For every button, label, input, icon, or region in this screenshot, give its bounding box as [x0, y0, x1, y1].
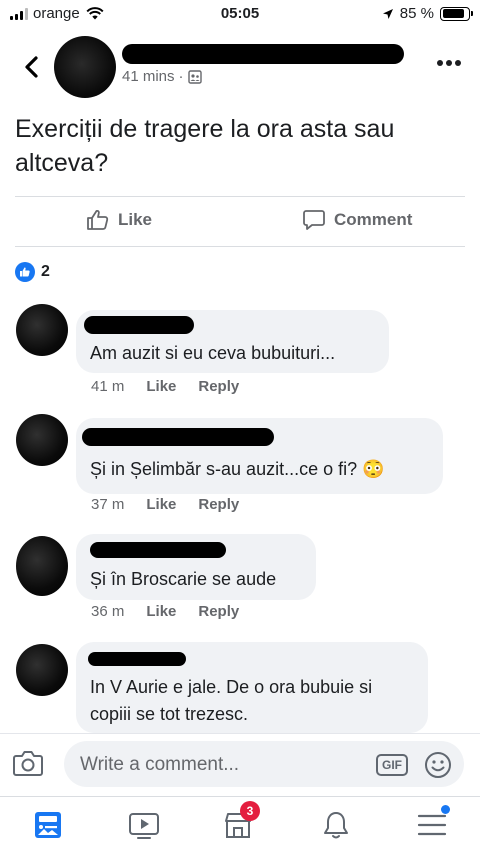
comment-bubble: In V Aurie e jale. De o ora bubuie si co… [76, 642, 428, 733]
battery-fill [442, 9, 464, 18]
tab-notifications[interactable] [316, 807, 356, 843]
comment-bubble: Și in Șelimbăr s-au auzit...ce o fi? 😳 [76, 418, 443, 494]
comment-bubble-icon [303, 210, 325, 230]
commenter-avatar[interactable] [16, 304, 68, 356]
news-feed-icon [35, 812, 61, 838]
thumbs-up-icon [87, 209, 109, 230]
divider-top [15, 196, 465, 197]
commenter-avatar[interactable] [16, 644, 68, 696]
back-chevron-icon[interactable] [18, 52, 46, 82]
comment-text-line-1: In V Aurie e jale. De o ora bubuie si [90, 677, 373, 697]
commenter-name-redacted[interactable] [90, 542, 226, 558]
comment-reply-link[interactable]: Reply [198, 378, 239, 395]
commenter-name-redacted[interactable] [82, 428, 274, 446]
comment-composer: Write a comment... GIF [0, 733, 480, 793]
commenter-avatar[interactable] [16, 414, 68, 466]
like-label: Like [118, 210, 153, 229]
tab-menu[interactable] [412, 805, 452, 843]
like-button[interactable]: Like [86, 208, 152, 232]
group-privacy-icon [187, 69, 202, 84]
watch-video-icon [129, 813, 159, 839]
hamburger-menu-icon [417, 814, 447, 836]
reactions-summary[interactable]: 2 [15, 262, 50, 282]
commenter-name-redacted[interactable] [84, 316, 194, 334]
location-arrow-icon [382, 8, 393, 19]
tab-news-feed[interactable] [28, 807, 68, 843]
bottom-tab-bar: 3 [0, 796, 480, 853]
post-text: Exerciții de tragere la ora asta sau alt… [15, 115, 395, 177]
menu-new-dot [441, 805, 450, 814]
notifications-badge: 3 [240, 801, 260, 821]
comment-time: 37 m [91, 496, 125, 513]
battery-percent: 85 % [399, 5, 434, 22]
comment-like-link[interactable]: Like [146, 378, 176, 395]
camera-icon[interactable] [12, 748, 44, 778]
comment-label: Comment [334, 210, 413, 229]
comment-meta: 41 m Like Reply [91, 378, 239, 395]
poster-avatar[interactable] [54, 36, 116, 98]
comment-button[interactable]: Comment [302, 208, 412, 232]
comment-text: Și în Broscarie se aude [90, 569, 277, 589]
more-options-icon[interactable] [436, 58, 462, 68]
comment-reply-link[interactable]: Reply [198, 603, 239, 620]
comment-text: Și in Șelimbăr s-au auzit...ce o fi? 😳 [90, 459, 385, 479]
commenter-name-redacted[interactable] [88, 652, 186, 666]
comment-input-placeholder: Write a comment... [80, 754, 240, 775]
bell-icon [324, 812, 348, 839]
comment-meta: 37 m Like Reply [91, 496, 239, 513]
tab-marketplace[interactable]: 3 [218, 801, 260, 843]
post-time: 41 mins [122, 68, 175, 85]
emoji-icon[interactable] [424, 751, 452, 779]
status-bar: orange 05:05 85 % [0, 0, 480, 28]
poster-name-redacted[interactable] [122, 44, 404, 64]
post-actions: Like Comment [0, 198, 480, 246]
post-meta: 41 mins · [122, 68, 202, 85]
battery-icon [440, 6, 473, 21]
meta-separator: · [178, 68, 184, 85]
divider-bottom [15, 246, 465, 247]
gif-button[interactable]: GIF [376, 754, 408, 776]
comment-meta: 36 m Like Reply [91, 603, 239, 620]
commenter-avatar[interactable] [16, 536, 68, 596]
comment-input[interactable]: Write a comment... GIF [64, 741, 464, 787]
post-header: 41 mins · [0, 30, 480, 102]
comment-bubble: Am auzit si eu ceva bubuituri... [76, 310, 389, 373]
comment-text-line-2: copiii se tot trezesc. [90, 704, 249, 724]
status-right: 85 % [382, 5, 473, 22]
comment-like-link[interactable]: Like [146, 496, 176, 513]
comment-like-link[interactable]: Like [146, 603, 176, 620]
comment-time: 36 m [91, 603, 125, 620]
comment-text: Am auzit si eu ceva bubuituri... [90, 343, 336, 363]
comment-time: 41 m [91, 378, 125, 395]
comment-reply-link[interactable]: Reply [198, 496, 239, 513]
reaction-count: 2 [41, 263, 50, 280]
like-reaction-icon [15, 262, 35, 282]
tab-watch[interactable] [124, 807, 164, 843]
comment-bubble: Și în Broscarie se aude [76, 534, 316, 600]
